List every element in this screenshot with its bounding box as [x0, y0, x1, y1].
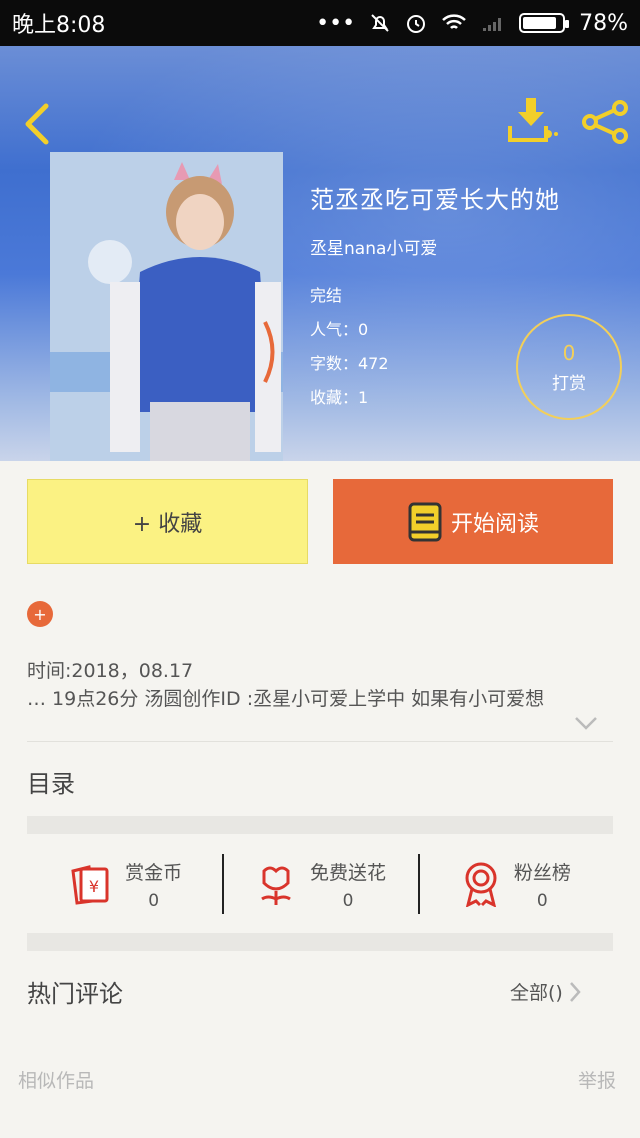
send-flower-value: 0: [342, 890, 354, 911]
svg-text:¥: ¥: [89, 877, 99, 896]
battery-percent: 78%: [579, 10, 628, 36]
tip-count: 0: [562, 340, 576, 365]
status-bar: 晚上8:08 ••• 78%: [0, 0, 640, 46]
reward-coins-item[interactable]: ¥ 赏金币 0: [27, 848, 222, 920]
report-link[interactable]: 举报: [578, 1066, 616, 1093]
award-ribbon-icon: [465, 862, 497, 907]
fan-ranking-label: 粉丝榜: [513, 861, 571, 884]
chevron-right-icon: [569, 981, 581, 1002]
add-favorite-button[interactable]: + 收藏: [27, 479, 308, 564]
send-flower-label: 免费送花: [309, 861, 386, 884]
red-envelope-icon: ¥: [71, 865, 109, 905]
tip-label: 打赏: [552, 373, 586, 394]
tip-button[interactable]: 0 打赏: [516, 314, 622, 420]
intro-line-2: … 19点26分 汤圆创作ID :丞星小可爱上学中 如果有小可爱想: [27, 688, 545, 710]
back-arrow-icon[interactable]: [18, 102, 58, 146]
chevron-down-icon[interactable]: [574, 716, 598, 730]
wifi-icon: [442, 14, 466, 29]
fan-ranking-value: 0: [536, 890, 548, 911]
book-header: 范丞丞吃可爱长大的她 丞星nana小可爱 完结 人气：0 字数：472 收藏：1…: [0, 46, 640, 461]
signal-icon: [483, 18, 502, 31]
expand-plus-icon[interactable]: +: [27, 601, 53, 627]
share-icon[interactable]: [580, 100, 630, 144]
book-word-count: 字数：472: [310, 354, 389, 373]
all-comments-link[interactable]: 全部(): [510, 978, 581, 1005]
book-popularity: 人气：0: [310, 320, 369, 339]
reward-coins-value: 0: [148, 890, 160, 911]
book-cover-image[interactable]: [50, 152, 283, 461]
status-time: 晚上8:08: [12, 13, 106, 38]
flower-icon: [261, 866, 291, 905]
engagement-stats: ¥ 赏金币 0 免费送花 0 粉丝榜 0: [27, 848, 613, 920]
hot-comments-title: 热门评论: [27, 980, 123, 1008]
table-of-contents-link[interactable]: 目录: [27, 764, 75, 799]
download-icon[interactable]: [506, 96, 558, 144]
cover-illustration: [50, 152, 283, 461]
mute-bell-icon: [371, 14, 389, 32]
book-favorites: 收藏：1: [310, 388, 369, 407]
more-dots-icon: •••: [316, 10, 356, 36]
section-separator: [27, 933, 613, 951]
similar-works-link[interactable]: 相似作品: [18, 1066, 94, 1093]
section-separator: [27, 816, 613, 834]
divider: [27, 741, 613, 742]
book-icon: [408, 502, 442, 541]
add-favorite-label: + 收藏: [132, 511, 203, 537]
all-comments-label: 全部(): [510, 982, 563, 1004]
book-author[interactable]: 丞星nana小可爱: [310, 234, 437, 259]
reward-coins-label: 赏金币: [125, 861, 183, 884]
book-status: 完结: [310, 286, 343, 305]
fan-ranking-item[interactable]: 粉丝榜 0: [417, 848, 613, 920]
start-reading-button[interactable]: 开始阅读: [333, 479, 613, 564]
start-reading-label: 开始阅读: [450, 511, 539, 537]
send-flower-item[interactable]: 免费送花 0: [222, 848, 417, 920]
book-title: 范丞丞吃可爱长大的她: [310, 186, 560, 214]
battery-icon: [519, 13, 570, 33]
intro-line-1: 时间:2018，08.17: [27, 660, 194, 682]
alarm-icon: [407, 15, 426, 33]
